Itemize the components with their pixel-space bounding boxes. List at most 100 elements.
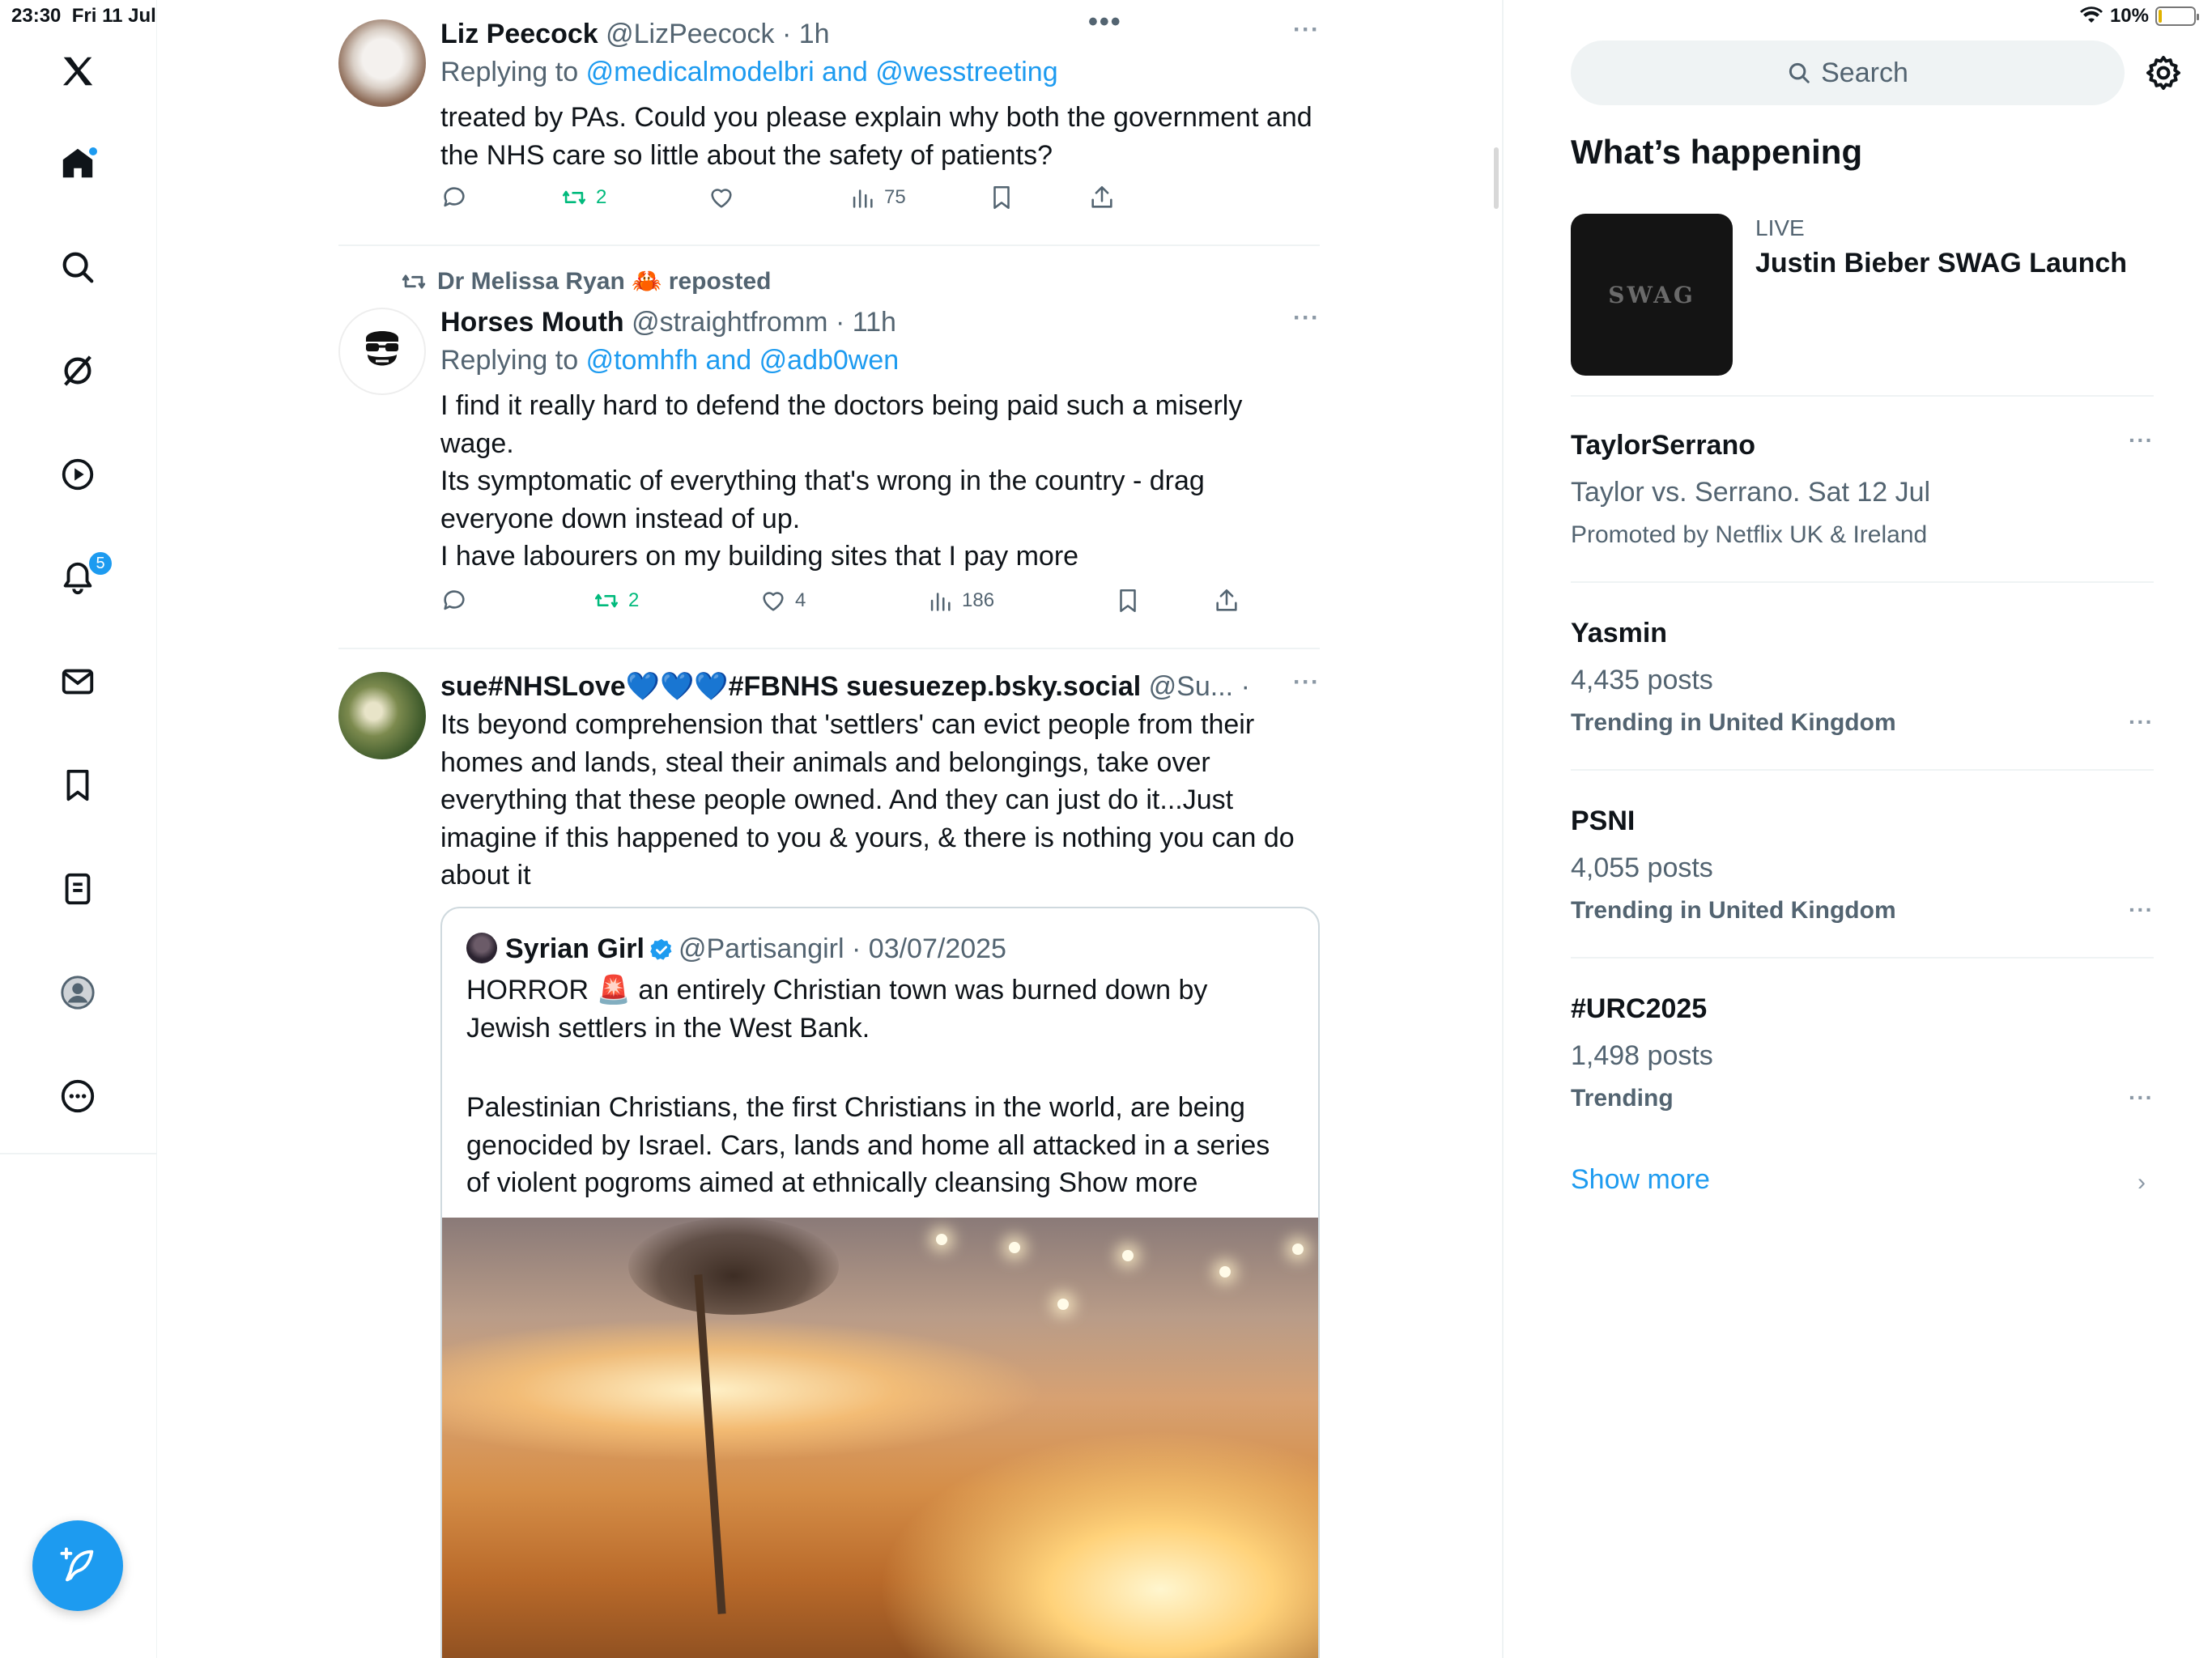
x-logo-icon[interactable] xyxy=(52,45,104,97)
trend-item[interactable]: TaylorSerrano Taylor vs. Serrano. Sat 12… xyxy=(1571,427,2154,549)
author-name[interactable]: sue#NHSLove💙💙💙#FBNHS suesuezep.bsky.soci… xyxy=(440,671,1141,702)
quote-header: Syrian Girl @Partisangirl · 03/07/2025 xyxy=(442,908,1318,967)
feed-right-border xyxy=(1502,0,1504,1658)
trend-meta: Trending in United Kingdom xyxy=(1571,709,1896,736)
author-handle[interactable]: @straightfromm xyxy=(632,307,827,338)
video-icon[interactable] xyxy=(52,449,104,500)
quote-author-name[interactable]: Syrian Girl xyxy=(505,933,644,964)
quote-avatar[interactable] xyxy=(466,933,497,963)
trend-title: TaylorSerrano xyxy=(1571,430,1756,461)
tweet-actions: 2 75 xyxy=(440,184,1320,223)
tweet-more-button[interactable]: ··· xyxy=(1293,304,1320,332)
notifications-icon[interactable]: 5 xyxy=(52,551,113,604)
media-tree xyxy=(628,1218,839,1315)
avatar[interactable] xyxy=(338,19,426,107)
nav-divider xyxy=(0,1153,157,1154)
lists-icon[interactable] xyxy=(52,863,104,915)
trend-more-button[interactable]: ··· xyxy=(2129,427,2154,453)
trend-subtitle: Taylor vs. Serrano. Sat 12 Jul xyxy=(1571,477,1931,508)
trend-more-button[interactable]: ··· xyxy=(2129,709,2154,735)
bookmark-button[interactable] xyxy=(988,184,1015,211)
media-spark xyxy=(1009,1242,1020,1253)
like-button[interactable] xyxy=(708,184,735,211)
author-handle[interactable]: @LizPeecock xyxy=(606,19,774,49)
trend-meta: Promoted by Netflix UK & Ireland xyxy=(1571,521,1928,548)
quote-video-media[interactable] xyxy=(442,1218,1318,1658)
live-event-title[interactable]: Justin Bieber SWAG Launch xyxy=(1755,248,2127,279)
reply-icon xyxy=(444,589,465,610)
bookmarks-icon[interactable] xyxy=(52,759,104,811)
trend-item[interactable]: PSNI 4,055 posts Trending in United King… xyxy=(1571,803,2154,925)
heart-icon xyxy=(763,591,784,611)
tweet-text-line: I have labourers on my building sites th… xyxy=(440,541,1079,572)
repost-button[interactable]: 2 xyxy=(560,184,606,211)
reposted-by[interactable]: Dr Melissa Ryan 🦀 reposted xyxy=(400,267,772,295)
author-handle[interactable]: @Su... xyxy=(1149,671,1233,702)
quote-date[interactable]: · 03/07/2025 xyxy=(852,933,1006,964)
media-tree-trunk xyxy=(694,1274,726,1614)
views-button[interactable]: 186 xyxy=(926,587,994,614)
notifications-badge: 5 xyxy=(87,551,113,576)
replying-to-link[interactable]: @medicalmodelbri and @wesstreeting xyxy=(586,57,1058,87)
settings-gear-icon[interactable] xyxy=(2144,53,2183,92)
show-more-link[interactable]: Show more xyxy=(1571,1164,1710,1196)
repost-count: 2 xyxy=(596,186,607,208)
battery-percent: 10% xyxy=(2109,5,2149,27)
tweet-time[interactable]: · 1h xyxy=(1241,671,1258,702)
replying-to: Replying to @medicalmodelbri and @wesstr… xyxy=(440,57,1058,87)
grok-icon[interactable] xyxy=(52,345,104,397)
trend-more-button[interactable]: ··· xyxy=(2129,1085,2154,1111)
live-event-thumbnail[interactable]: SWAG xyxy=(1571,214,1733,376)
verified-badge-icon xyxy=(650,938,672,960)
tweet-more-button[interactable]: ··· xyxy=(1293,669,1320,696)
tweet-more-button[interactable]: ··· xyxy=(1293,16,1320,44)
home-icon[interactable] xyxy=(52,138,104,189)
trend-title: #URC2025 xyxy=(1571,993,1708,1024)
compose-button[interactable] xyxy=(32,1520,123,1611)
profile-avatar-icon[interactable] xyxy=(52,967,104,1018)
trend-item[interactable]: Yasmin 4,435 posts Trending in United Ki… xyxy=(1571,615,2154,737)
tweet-separator xyxy=(338,648,1320,649)
views-chart-icon xyxy=(930,592,951,611)
like-button[interactable]: 4 xyxy=(759,587,806,614)
bearded-man-avatar-icon xyxy=(366,331,398,366)
trend-title: Yasmin xyxy=(1571,618,1668,648)
more-options-icon[interactable] xyxy=(52,1070,104,1122)
media-spark xyxy=(1219,1266,1231,1278)
trend-separator xyxy=(1571,957,2154,959)
author-name[interactable]: Liz Peecock xyxy=(440,19,598,49)
quoted-tweet[interactable]: Syrian Girl @Partisangirl · 03/07/2025 HO… xyxy=(440,907,1320,1658)
avatar[interactable] xyxy=(338,672,426,759)
scrollbar[interactable] xyxy=(1494,147,1499,209)
trend-subtitle: 4,435 posts xyxy=(1571,665,1713,695)
chevron-right-icon: › xyxy=(2138,1169,2146,1196)
quote-author-handle[interactable]: @Partisangirl xyxy=(678,933,844,964)
trend-separator xyxy=(1571,395,2154,397)
replying-to-link[interactable]: @tomhfh and @adb0wen xyxy=(586,345,900,376)
media-spark xyxy=(936,1234,947,1245)
share-button[interactable] xyxy=(1213,587,1240,614)
messages-icon[interactable] xyxy=(52,656,104,708)
tweet-header: sue#NHSLove💙💙💙#FBNHS suesuezep.bsky.soci… xyxy=(440,669,1258,704)
battery-icon xyxy=(2155,6,2199,26)
tweet-time[interactable]: · 1h xyxy=(782,19,830,49)
trend-subtitle: 4,055 posts xyxy=(1571,852,1713,883)
author-name[interactable]: Horses Mouth xyxy=(440,307,624,338)
trend-more-button[interactable]: ··· xyxy=(2129,897,2154,923)
media-spark xyxy=(1057,1299,1069,1310)
avatar[interactable] xyxy=(338,308,426,395)
tweet-time[interactable]: · 11h xyxy=(836,307,896,338)
trend-separator xyxy=(1571,769,2154,771)
bookmark-button[interactable] xyxy=(1114,587,1142,614)
repost-button[interactable]: 2 xyxy=(593,587,639,614)
reply-button[interactable] xyxy=(440,587,468,614)
search-icon[interactable] xyxy=(52,241,104,293)
tweet-actions: 2 4 186 xyxy=(440,587,1320,626)
tweet-header: Liz Peecock @LizPeecock · 1h xyxy=(440,16,1320,52)
search-input[interactable]: Search xyxy=(1571,40,2125,105)
share-button[interactable] xyxy=(1088,184,1116,211)
trend-subtitle: 1,498 posts xyxy=(1571,1040,1713,1071)
trend-item[interactable]: #URC2025 1,498 posts Trending ··· xyxy=(1571,991,2154,1112)
views-button[interactable]: 75 xyxy=(849,184,906,211)
reply-button[interactable] xyxy=(440,184,468,211)
